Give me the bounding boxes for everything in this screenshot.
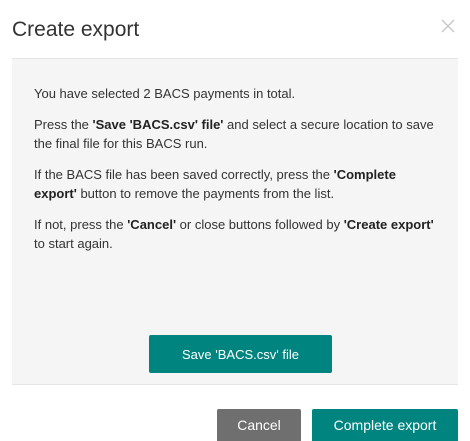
save-instruction: Press the 'Save 'BACS.csv' file' and sel… — [34, 117, 434, 151]
close-button[interactable] — [440, 18, 456, 34]
complete-instruction: If the BACS file has been saved correctl… — [34, 167, 396, 201]
dialog-header: Create export — [0, 0, 470, 60]
close-icon — [440, 18, 456, 34]
create-export-dialog: Create export You have selected 2 BACS p… — [0, 0, 470, 441]
cancel-instruction: If not, press the 'Cancel' or close butt… — [34, 217, 434, 251]
save-bacs-file-button[interactable]: Save 'BACS.csv' file — [149, 335, 332, 373]
instructions: You have selected 2 BACS payments in tot… — [34, 84, 439, 265]
complete-export-button[interactable]: Complete export — [312, 409, 458, 441]
dialog-title: Create export — [12, 18, 140, 41]
cancel-button[interactable]: Cancel — [217, 409, 301, 441]
dialog-body: You have selected 2 BACS payments in tot… — [12, 58, 458, 385]
selection-summary: You have selected 2 BACS payments in tot… — [34, 86, 296, 101]
